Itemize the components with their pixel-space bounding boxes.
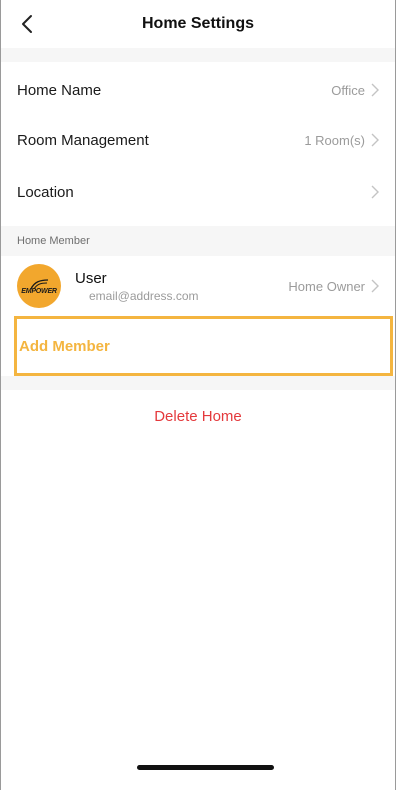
chevron-right-icon <box>371 279 379 293</box>
section-gap <box>1 48 395 62</box>
home-name-value: Office <box>331 82 365 98</box>
home-indicator[interactable] <box>137 765 274 770</box>
room-count-value: 1 Room(s) <box>304 132 365 148</box>
home-settings-screen: Home Settings Home Name Office Room Mana… <box>0 0 396 790</box>
location-row[interactable]: Location <box>1 164 395 220</box>
member-email: email@address.com <box>89 288 199 303</box>
home-member-section-header: Home Member <box>1 226 395 256</box>
home-name-label: Home Name <box>17 81 102 99</box>
room-management-label: Room Management <box>17 131 149 149</box>
home-member-heading: Home Member <box>17 235 90 247</box>
nav-bar: Home Settings <box>1 0 395 48</box>
add-member-label: Add Member <box>19 337 110 355</box>
location-label: Location <box>17 183 74 201</box>
chevron-left-icon <box>22 15 32 33</box>
chevron-right-icon <box>371 83 379 97</box>
section-gap <box>1 376 395 390</box>
delete-home-button[interactable]: Delete Home <box>1 390 395 442</box>
chevron-right-icon <box>371 185 379 199</box>
home-name-row[interactable]: Home Name Office <box>1 62 395 118</box>
page-title: Home Settings <box>141 15 254 32</box>
member-name: User <box>75 269 107 287</box>
delete-home-label: Delete Home <box>154 407 242 425</box>
member-role-group: Home Owner <box>288 279 379 294</box>
avatar: EMPOWER <box>17 264 61 308</box>
member-role: Home Owner <box>288 278 365 294</box>
add-member-button[interactable]: Add Member <box>14 316 393 376</box>
member-info: User email@address.com <box>75 270 199 303</box>
avatar-wordmark: EMPOWER <box>21 287 57 295</box>
member-row[interactable]: EMPOWER User email@address.com Home Owne… <box>1 256 395 316</box>
room-management-row[interactable]: Room Management 1 Room(s) <box>1 112 395 168</box>
chevron-right-icon <box>371 133 379 147</box>
back-button[interactable] <box>15 10 39 38</box>
